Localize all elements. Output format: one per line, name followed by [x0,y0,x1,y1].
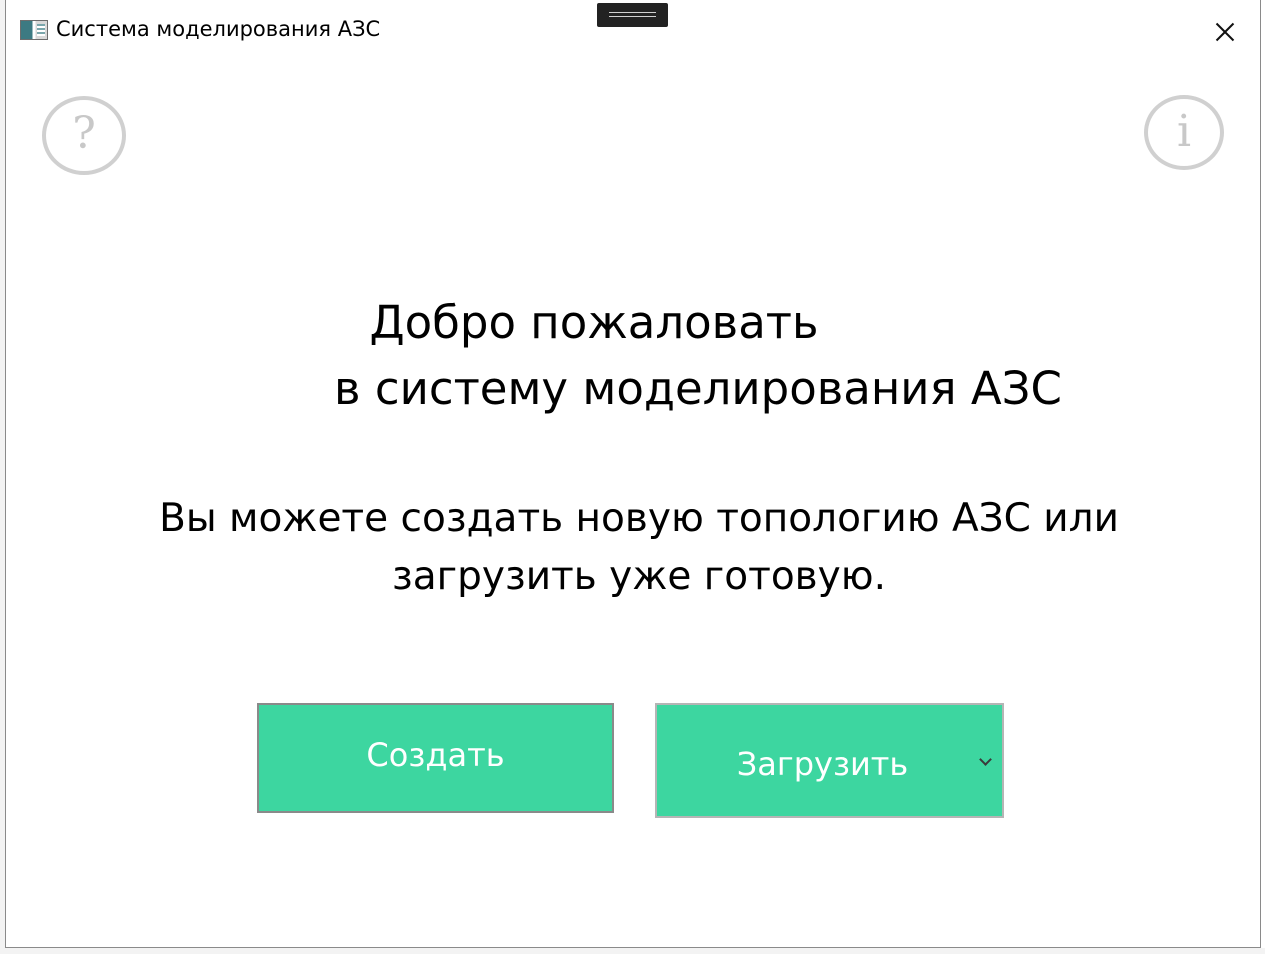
window-title: Система моделирования АЗС [56,17,381,41]
load-button-label: Загрузить [736,744,909,783]
chevron-down-icon[interactable] [979,753,992,766]
create-button-label: Создать [366,736,505,774]
help-icon: ? [72,108,96,159]
welcome-line-2: в систему моделирования АЗС [334,362,1062,415]
subtitle-line-2: загрузить уже готовую. [392,554,886,599]
app-icon [20,20,48,40]
subtitle-line-1: Вы можете создать новую топологию АЗС ил… [159,496,1119,541]
title-bar[interactable]: Система моделирования АЗС [6,0,1260,62]
create-button[interactable]: Создать [257,703,614,813]
info-button[interactable]: i [1144,95,1224,170]
welcome-subtitle: Вы можете создать новую топологию АЗС ил… [6,490,1260,606]
welcome-heading: Добро пожаловать в систему моделирования… [6,290,1260,422]
drag-handle-icon[interactable] [597,3,668,27]
load-dropdown-button[interactable]: Загрузить [655,703,1004,818]
background-edge-bottom [0,948,1265,954]
app-window: Система моделирования АЗС ? i Добро пожа… [5,0,1261,948]
welcome-line-1: Добро пожаловать [369,296,819,349]
close-icon[interactable] [1200,12,1250,50]
info-icon: i [1176,106,1192,157]
help-button[interactable]: ? [42,96,126,175]
